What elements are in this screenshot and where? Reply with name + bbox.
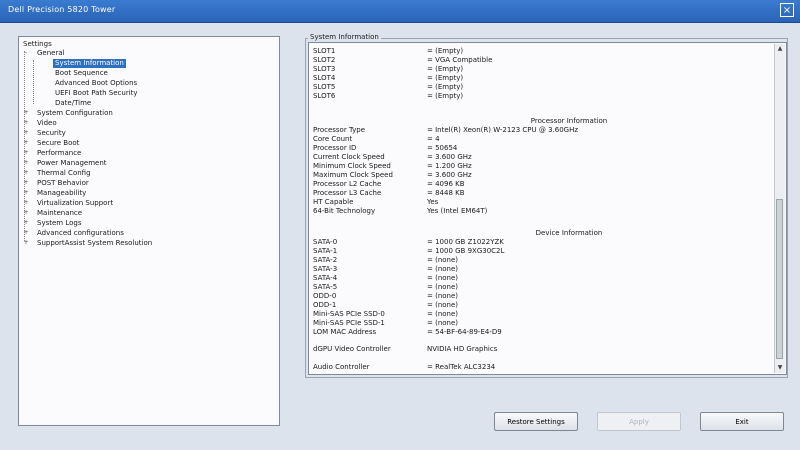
expand-icon[interactable]: + — [23, 170, 29, 176]
expand-icon[interactable]: + — [23, 120, 29, 126]
expand-icon[interactable]: + — [23, 220, 29, 226]
expand-icon[interactable]: + — [23, 140, 29, 146]
title-bar: Dell Precision 5820 Tower × — [0, 0, 800, 23]
window-title: Dell Precision 5820 Tower — [8, 5, 116, 14]
settings-tree: Settings - General System Information Bo… — [18, 36, 280, 426]
expand-icon[interactable]: + — [23, 110, 29, 116]
expand-icon[interactable]: + — [23, 230, 29, 236]
vertical-scrollbar[interactable]: ▲ ▼ — [774, 44, 785, 373]
restore-settings-button[interactable]: Restore Settings — [494, 412, 578, 431]
scroll-thumb[interactable] — [776, 199, 783, 359]
apply-button[interactable]: Apply — [597, 412, 681, 431]
expand-icon[interactable]: + — [23, 200, 29, 206]
device-heading: Device Information — [535, 229, 603, 237]
tree-guide-line — [33, 60, 34, 104]
group-title: System Information — [308, 33, 381, 41]
scroll-up-icon[interactable]: ▲ — [776, 45, 784, 53]
processor-heading: Processor Information — [530, 117, 608, 125]
exit-button[interactable]: Exit — [700, 412, 784, 431]
expand-icon[interactable]: + — [23, 240, 29, 246]
expand-icon[interactable]: + — [23, 180, 29, 186]
expand-icon[interactable]: + — [23, 130, 29, 136]
expand-icon[interactable]: + — [23, 210, 29, 216]
system-information-list[interactable]: SLOT1 = (Empty) SLOT2 = VGA Compatible SLO… — [308, 42, 787, 375]
expand-icon[interactable]: + — [23, 190, 29, 196]
scroll-down-icon[interactable]: ▼ — [776, 364, 784, 372]
collapse-icon[interactable]: - — [23, 50, 29, 56]
close-icon[interactable]: × — [780, 3, 794, 17]
expand-icon[interactable]: + — [23, 150, 29, 156]
expand-icon[interactable]: + — [23, 160, 29, 166]
